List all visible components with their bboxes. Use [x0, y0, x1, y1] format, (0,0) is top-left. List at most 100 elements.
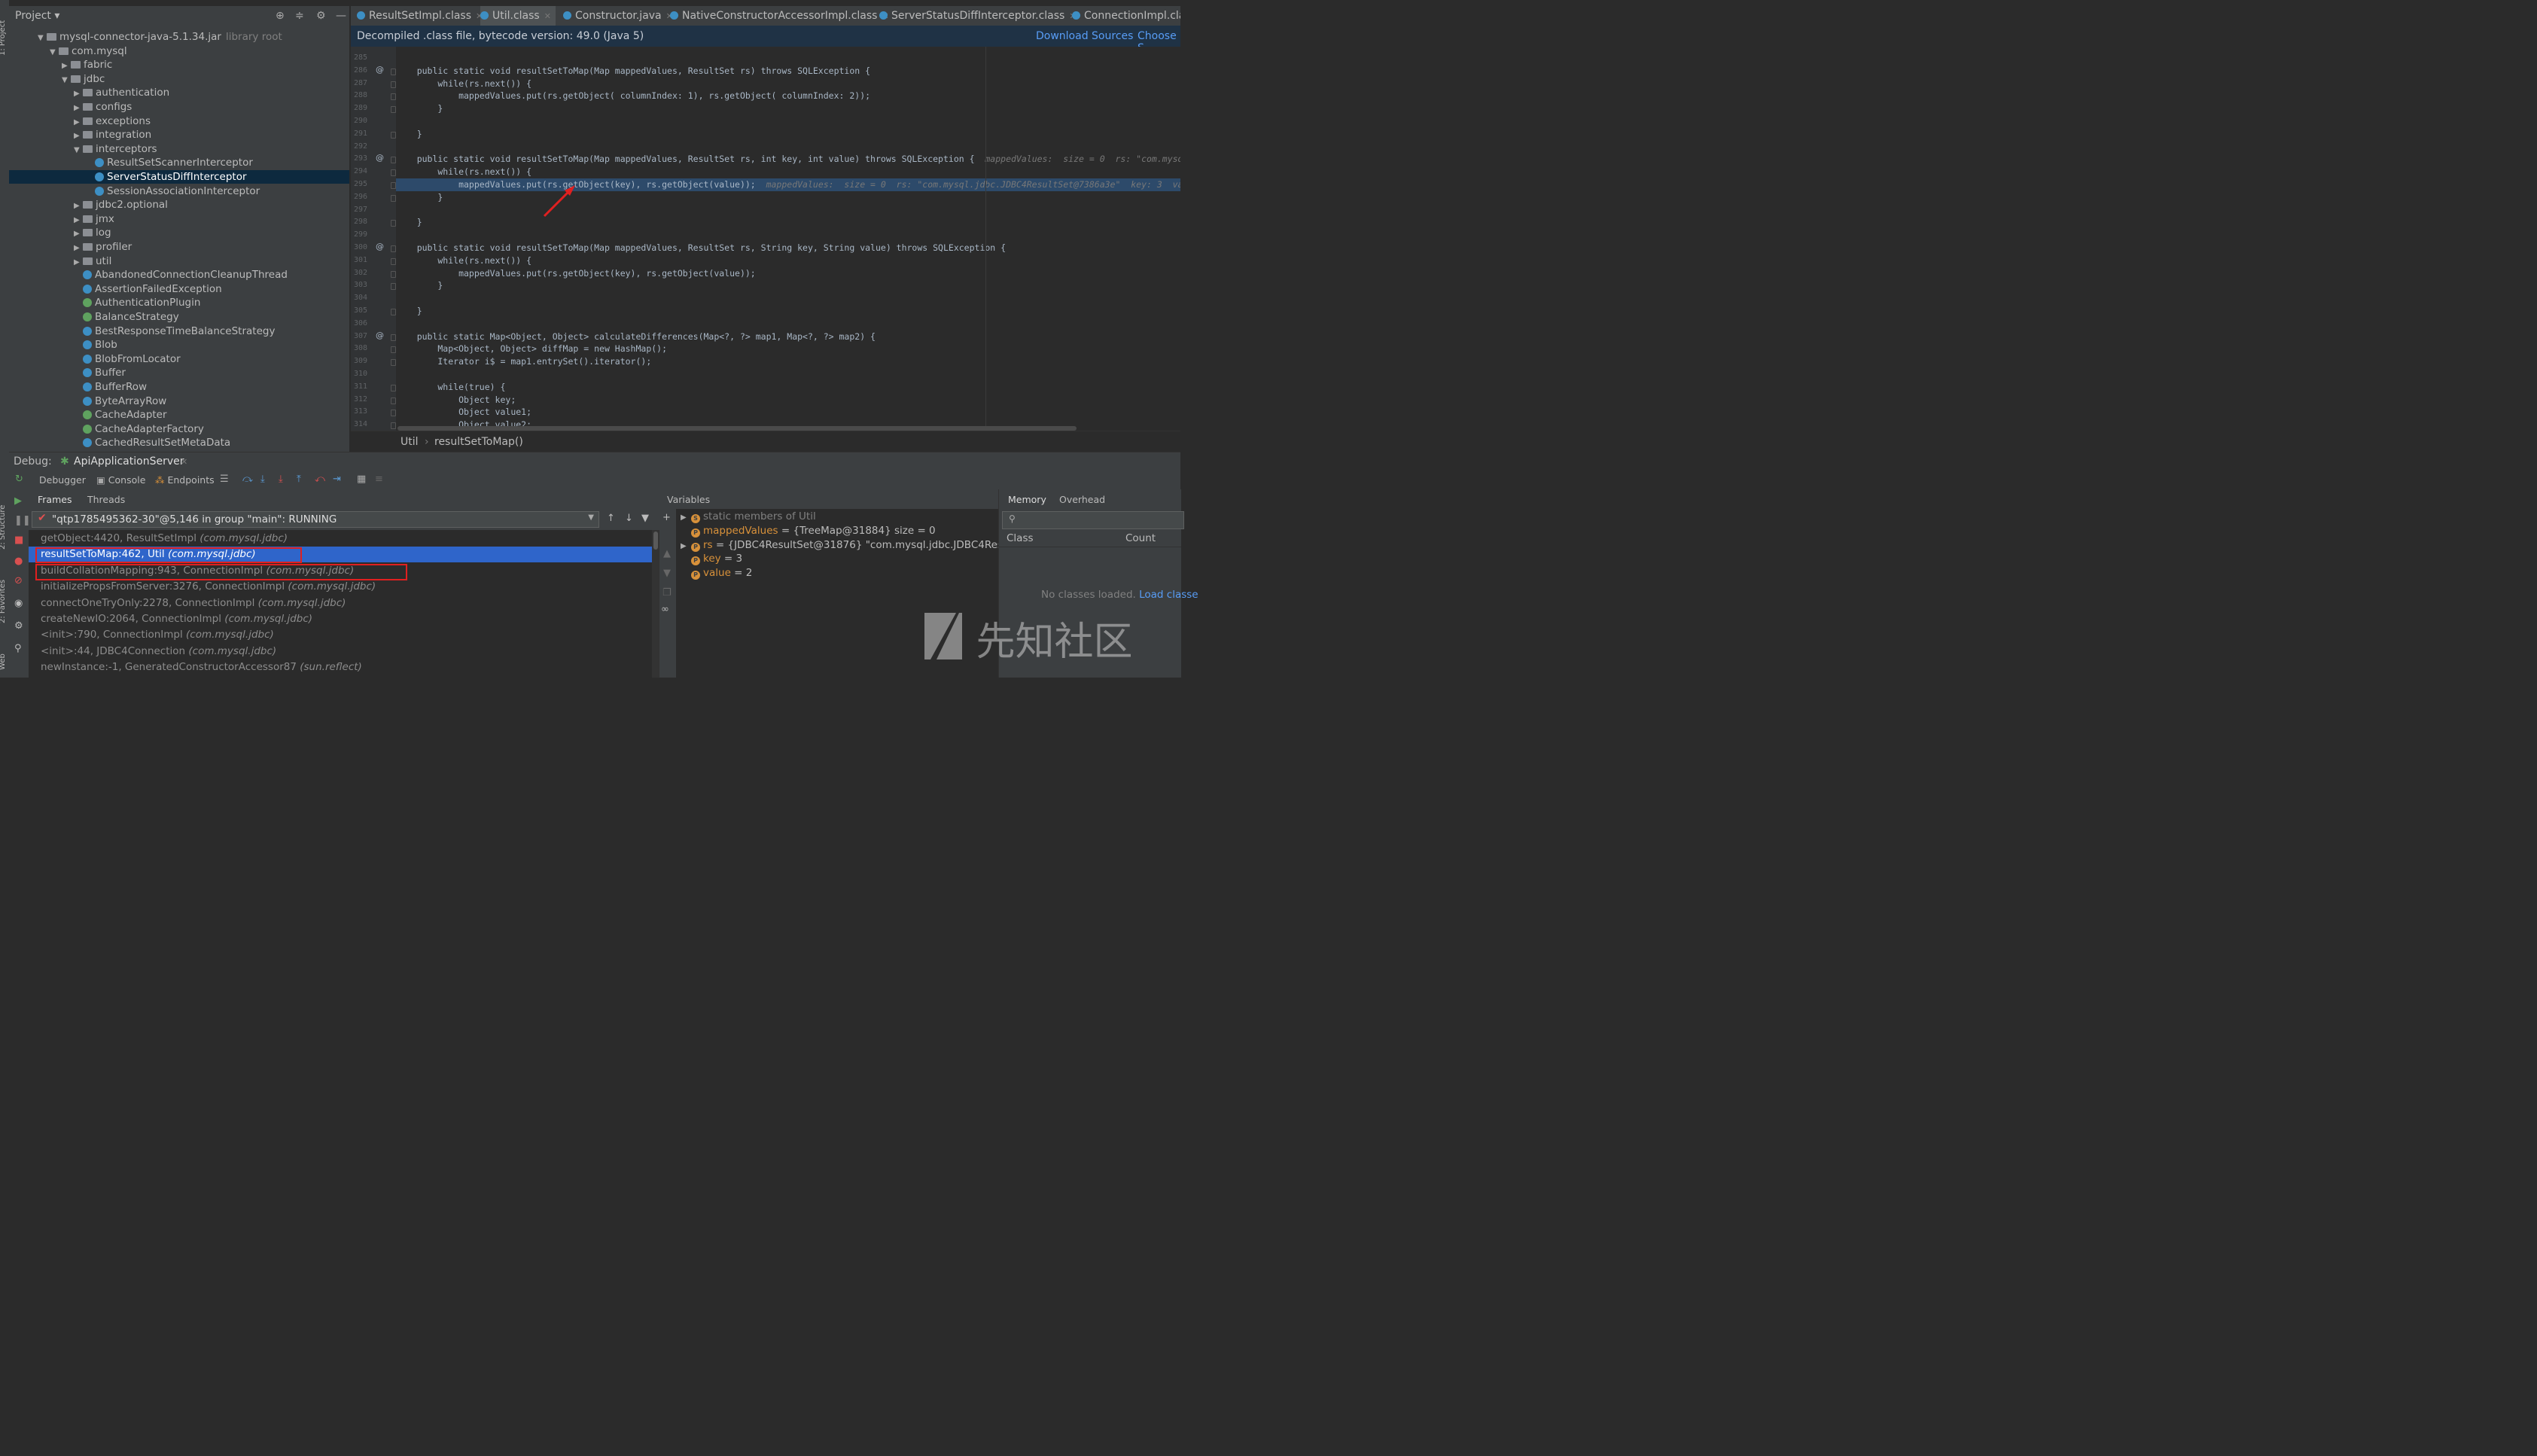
close-icon[interactable]: ✕: [181, 457, 187, 467]
editor-gutter[interactable]: 285 286 @287 288 289 290 291 292 293 @294 295 296 29…: [351, 47, 396, 431]
frames-scrollbar[interactable]: [652, 530, 659, 678]
code-line[interactable]: Object value1;: [396, 406, 1180, 419]
tree-node[interactable]: ▼ interceptors: [9, 142, 349, 156]
project-view-selector[interactable]: Project ▾: [15, 10, 59, 22]
code-line[interactable]: [396, 52, 1180, 65]
code-line[interactable]: while(true) {: [396, 381, 1180, 394]
project-tool-tab[interactable]: 1: Project: [0, 20, 7, 56]
fold-marker-icon[interactable]: [391, 397, 396, 404]
code-line[interactable]: [396, 368, 1180, 381]
tab-debugger[interactable]: Debugger: [39, 474, 86, 486]
fold-marker-icon[interactable]: [391, 93, 396, 101]
stack-frame[interactable]: createNewIO:2064, ConnectionImpl (com.my…: [29, 611, 652, 627]
tree-node[interactable]: AuthenticationPlugin: [9, 296, 349, 309]
fold-marker-icon[interactable]: [391, 270, 396, 278]
collapse-all-icon[interactable]: ≑: [295, 10, 304, 22]
tree-expand-icon[interactable]: ▼: [38, 32, 47, 45]
code-line[interactable]: }: [396, 102, 1180, 115]
tree-node[interactable]: ▶ configs: [9, 100, 349, 114]
tree-expand-icon[interactable]: ▶: [74, 200, 83, 213]
expand-icon[interactable]: ▶: [681, 539, 691, 553]
code-line[interactable]: public static void resultSetToMap(Map ma…: [396, 65, 1180, 78]
tree-node[interactable]: CacheAdapterFactory: [9, 422, 349, 436]
fold-marker-icon[interactable]: [391, 220, 396, 227]
step-out-icon[interactable]: ⤒: [297, 474, 301, 485]
code-line[interactable]: }: [396, 128, 1180, 141]
code-line[interactable]: }: [396, 279, 1180, 292]
column-count[interactable]: Count: [1125, 532, 1156, 544]
add-watch-icon[interactable]: +: [662, 512, 671, 523]
fold-marker-icon[interactable]: [391, 131, 396, 139]
fold-marker-icon[interactable]: [391, 346, 396, 354]
tree-node[interactable]: BestResponseTimeBalanceStrategy: [9, 324, 349, 338]
code-line[interactable]: }: [396, 305, 1180, 318]
thread-selector[interactable]: ✔ "qtp1785495362-30"@5,146 in group "mai…: [32, 511, 599, 528]
override-marker-icon[interactable]: @: [376, 153, 384, 163]
tab-frames[interactable]: Frames: [38, 494, 72, 505]
fold-marker-icon[interactable]: [391, 359, 396, 367]
tree-node[interactable]: BalanceStrategy: [9, 310, 349, 324]
breadcrumb-class[interactable]: Util: [400, 436, 419, 448]
fold-marker-icon[interactable]: [391, 68, 396, 75]
variable-row[interactable]: ▶ Prs = {JDBC4ResultSet@31876} "com.mysql…: [681, 538, 998, 553]
override-marker-icon[interactable]: @: [376, 330, 384, 340]
stack-frame[interactable]: newInstance:-1, GeneratedConstructorAcce…: [29, 659, 652, 675]
editor-tab[interactable]: ResultSetImpl.class ✕: [357, 6, 487, 26]
fold-marker-icon[interactable]: [391, 106, 396, 114]
load-classes-link[interactable]: Load classe: [1139, 589, 1198, 601]
locate-icon[interactable]: ⊕: [276, 10, 285, 22]
editor-tab[interactable]: ConnectionImpl.cla: [1072, 6, 1180, 26]
tree-node[interactable]: ▶ jdbc2.optional: [9, 198, 349, 212]
download-sources-link[interactable]: Download Sources: [1036, 30, 1133, 42]
fold-marker-icon[interactable]: [391, 257, 396, 265]
duplicate-icon[interactable]: ❐: [662, 587, 672, 599]
variable-row[interactable]: Pvalue = 2: [681, 566, 752, 580]
camera-icon[interactable]: ◉: [14, 598, 23, 609]
tree-node[interactable]: Buffer: [9, 366, 349, 379]
tree-expand-icon[interactable]: ▶: [74, 227, 83, 241]
tab-endpoints[interactable]: ⁂ Endpoints: [155, 474, 215, 486]
code-line[interactable]: [396, 141, 1180, 154]
stack-frame[interactable]: <init>:44, JDBC4Connection (com.mysql.jd…: [29, 644, 652, 659]
project-tree[interactable]: ▼ mysql-connector-java-5.1.34.jar library …: [9, 26, 349, 452]
code-line[interactable]: }: [396, 191, 1180, 204]
drop-frame-icon[interactable]: ⤺: [315, 474, 325, 485]
tree-node[interactable]: BlobFromLocator: [9, 352, 349, 366]
tree-node[interactable]: ▶ profiler: [9, 240, 349, 254]
mute-breakpoints-icon[interactable]: ⊘: [14, 575, 23, 586]
code-line[interactable]: while(rs.next()) {: [396, 254, 1180, 267]
code-line[interactable]: while(rs.next()) {: [396, 78, 1180, 90]
debug-config-tab[interactable]: ApiApplicationServer: [74, 455, 184, 468]
arrow-up-icon[interactable]: ↑: [607, 513, 615, 524]
code-line[interactable]: }: [396, 216, 1180, 229]
move-down-icon[interactable]: ▼: [663, 568, 671, 579]
fold-marker-icon[interactable]: [391, 194, 396, 202]
fold-marker-icon[interactable]: [391, 410, 396, 417]
fold-marker-icon[interactable]: [391, 182, 396, 189]
web-tool-tab[interactable]: Web: [0, 653, 7, 670]
fold-marker-icon[interactable]: [391, 169, 396, 177]
code-line[interactable]: [396, 204, 1180, 217]
tree-node[interactable]: ▼ jdbc: [9, 72, 349, 86]
variable-row[interactable]: PmappedValues = {TreeMap@31884} size = 0: [681, 524, 936, 538]
stack-frame[interactable]: initializePropsFromServer:3276, Connecti…: [29, 579, 652, 595]
code-line[interactable]: [396, 115, 1180, 128]
move-up-icon[interactable]: ▲: [663, 548, 671, 559]
stack-frame[interactable]: connectOneTryOnly:2278, ConnectionImpl (…: [29, 595, 652, 611]
code-line[interactable]: public static void resultSetToMap(Map ma…: [396, 242, 1180, 254]
step-over-icon[interactable]: ⤼: [242, 474, 253, 485]
tree-node[interactable]: ▼ mysql-connector-java-5.1.34.jar library …: [9, 30, 349, 44]
arrow-down-icon[interactable]: ↓: [625, 513, 633, 524]
expand-icon[interactable]: ▶: [681, 510, 691, 525]
fold-marker-icon[interactable]: [391, 334, 396, 341]
tree-expand-icon[interactable]: ▶: [74, 214, 83, 227]
view-breakpoints-icon[interactable]: ●: [14, 556, 23, 567]
tree-expand-icon[interactable]: ▶: [74, 87, 83, 101]
fold-marker-icon[interactable]: [391, 245, 396, 252]
code-line[interactable]: [396, 229, 1180, 242]
code-line[interactable]: Object key;: [396, 394, 1180, 407]
code-line[interactable]: [396, 292, 1180, 305]
variable-row[interactable]: ▶ Sstatic members of Util: [681, 510, 816, 524]
tree-expand-icon[interactable]: ▶: [74, 102, 83, 115]
resume-icon[interactable]: ▶: [14, 495, 22, 507]
